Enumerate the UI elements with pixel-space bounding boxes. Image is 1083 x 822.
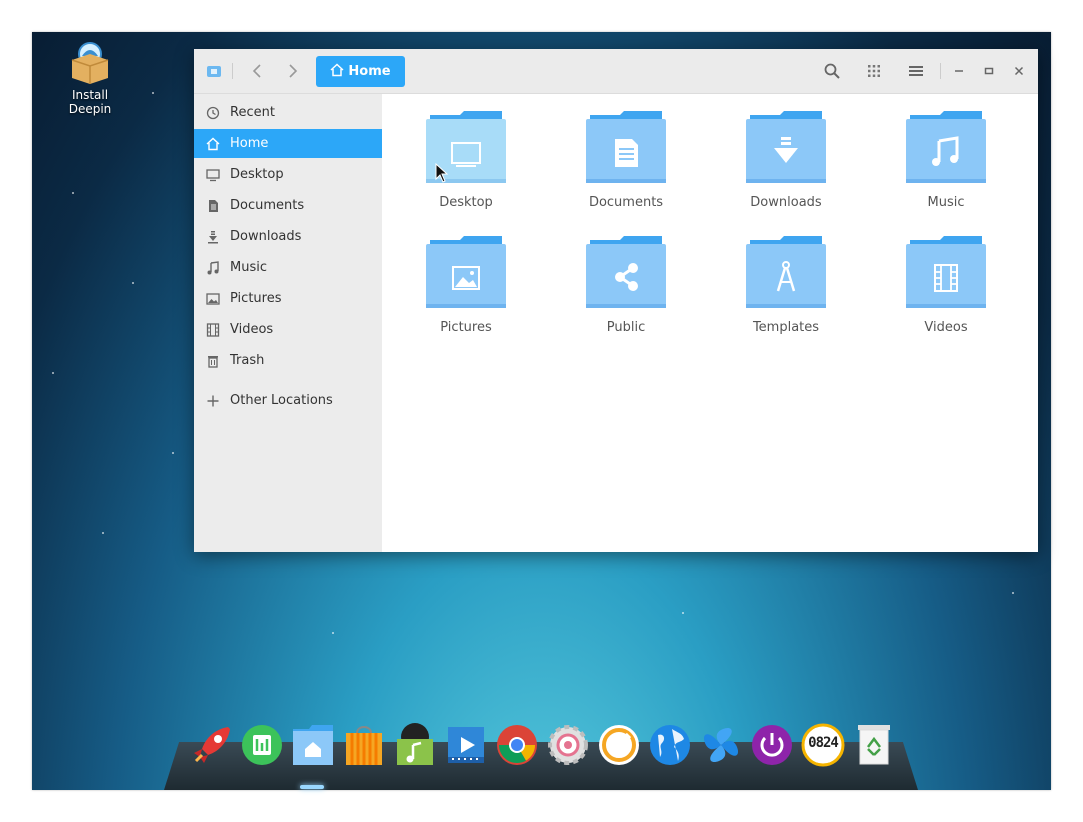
sidebar-item-label: Other Locations bbox=[230, 393, 333, 408]
sidebar-item-home[interactable]: Home bbox=[194, 129, 382, 158]
breadcrumb-label: Home bbox=[348, 64, 391, 79]
sidebar-item-other-locations[interactable]: Other Locations bbox=[194, 386, 382, 415]
grid-view-icon[interactable] bbox=[862, 59, 886, 83]
folder-grid: Desktop Documents Downloads Music Pictur… bbox=[382, 94, 1038, 552]
home-icon bbox=[330, 62, 344, 81]
maximize-icon[interactable] bbox=[977, 59, 1001, 83]
shutdown-icon[interactable] bbox=[750, 723, 794, 767]
back-icon[interactable] bbox=[246, 59, 270, 83]
home-icon bbox=[206, 137, 220, 151]
deepin-store-green-icon[interactable] bbox=[240, 723, 284, 767]
sidebar-item-label: Downloads bbox=[230, 229, 302, 244]
film-icon bbox=[906, 236, 986, 308]
settings-gear-icon[interactable] bbox=[546, 723, 590, 767]
chrome-icon[interactable] bbox=[495, 723, 539, 767]
trash-icon bbox=[206, 354, 220, 368]
desktop-icon-install-deepin[interactable]: Install Deepin bbox=[50, 40, 130, 116]
launcher-rocket-icon[interactable] bbox=[190, 723, 234, 767]
sidebar-item-label: Videos bbox=[230, 322, 274, 337]
title-bar: Home bbox=[194, 49, 1038, 94]
share-icon bbox=[586, 236, 666, 308]
folder-label: Templates bbox=[752, 320, 820, 335]
folder-label: Music bbox=[927, 195, 965, 210]
folder-label: Public bbox=[606, 320, 646, 335]
sidebar-item-trash[interactable]: Trash bbox=[194, 346, 382, 375]
forward-icon[interactable] bbox=[280, 59, 304, 83]
folder-label: Pictures bbox=[440, 320, 492, 335]
sidebar-item-videos[interactable]: Videos bbox=[194, 315, 382, 344]
sidebar-item-label: Pictures bbox=[230, 291, 282, 306]
document-icon bbox=[206, 199, 220, 213]
installer-package-icon bbox=[68, 40, 112, 84]
compass-icon bbox=[746, 236, 826, 308]
sidebar-item-documents[interactable]: Documents bbox=[194, 191, 382, 220]
sidebar-item-label: Trash bbox=[230, 353, 265, 368]
app-logo-icon bbox=[204, 59, 224, 83]
app-store-bag-icon[interactable] bbox=[342, 723, 386, 767]
remote-assist-icon[interactable] bbox=[699, 723, 743, 767]
mouse-cursor-icon bbox=[435, 162, 449, 187]
folder-pictures[interactable]: Pictures bbox=[411, 236, 521, 335]
trash-bin-icon[interactable] bbox=[852, 723, 896, 767]
folder-videos[interactable]: Videos bbox=[891, 236, 1001, 335]
document-icon bbox=[586, 111, 666, 183]
monitor-icon bbox=[206, 168, 220, 182]
sidebar-item-label: Home bbox=[230, 136, 269, 151]
sidebar-item-label: Desktop bbox=[230, 167, 284, 182]
minimize-icon[interactable] bbox=[947, 59, 971, 83]
film-icon bbox=[206, 322, 220, 337]
sidebar-item-desktop[interactable]: Desktop bbox=[194, 160, 382, 189]
folder-desktop[interactable]: Desktop bbox=[411, 111, 521, 210]
folder-label: Downloads bbox=[750, 195, 822, 210]
browser-globe-icon[interactable] bbox=[648, 723, 692, 767]
sidebar-item-pictures[interactable]: Pictures bbox=[194, 284, 382, 313]
clock-digits: 0824 bbox=[808, 735, 839, 751]
folder-documents[interactable]: Documents bbox=[571, 111, 681, 210]
music-note-icon bbox=[906, 111, 986, 183]
picture-icon bbox=[426, 236, 506, 308]
file-manager-icon[interactable] bbox=[291, 723, 335, 767]
sidebar-item-label: Recent bbox=[230, 105, 275, 120]
active-app-indicator bbox=[300, 785, 324, 789]
download-icon bbox=[746, 111, 826, 183]
folder-label: Videos bbox=[924, 320, 968, 335]
plus-icon bbox=[206, 394, 220, 408]
clock-icon bbox=[206, 106, 220, 120]
desktop-icon-label: Install Deepin bbox=[68, 88, 112, 116]
sidebar-item-label: Documents bbox=[230, 198, 305, 213]
folder-label: Documents bbox=[588, 195, 664, 210]
close-icon[interactable] bbox=[1007, 59, 1031, 83]
folder-downloads[interactable]: Downloads bbox=[731, 111, 841, 210]
clock-icon[interactable]: 0824 bbox=[801, 723, 845, 767]
screenshot-icon[interactable] bbox=[597, 723, 641, 767]
folder-public[interactable]: Public bbox=[571, 236, 681, 335]
folder-label: Desktop bbox=[439, 195, 493, 210]
sidebar-item-label: Music bbox=[230, 260, 267, 275]
video-player-icon[interactable] bbox=[444, 723, 488, 767]
search-icon[interactable] bbox=[820, 59, 844, 83]
sidebar-item-music[interactable]: Music bbox=[194, 253, 382, 282]
sidebar-item-recent[interactable]: Recent bbox=[194, 98, 382, 127]
music-note-icon bbox=[206, 260, 220, 275]
picture-icon bbox=[206, 292, 220, 306]
sidebar: Recent Home Desktop Documents Downloads … bbox=[194, 94, 382, 552]
folder-templates[interactable]: Templates bbox=[731, 236, 841, 335]
breadcrumb-home[interactable]: Home bbox=[316, 56, 405, 87]
menu-icon[interactable] bbox=[904, 59, 928, 83]
sidebar-item-downloads[interactable]: Downloads bbox=[194, 222, 382, 251]
folder-music[interactable]: Music bbox=[891, 111, 1001, 210]
download-icon bbox=[206, 230, 220, 244]
file-manager-window: Home Recent Home Desktop Documents Downl… bbox=[194, 49, 1038, 552]
music-player-icon[interactable] bbox=[393, 723, 437, 767]
